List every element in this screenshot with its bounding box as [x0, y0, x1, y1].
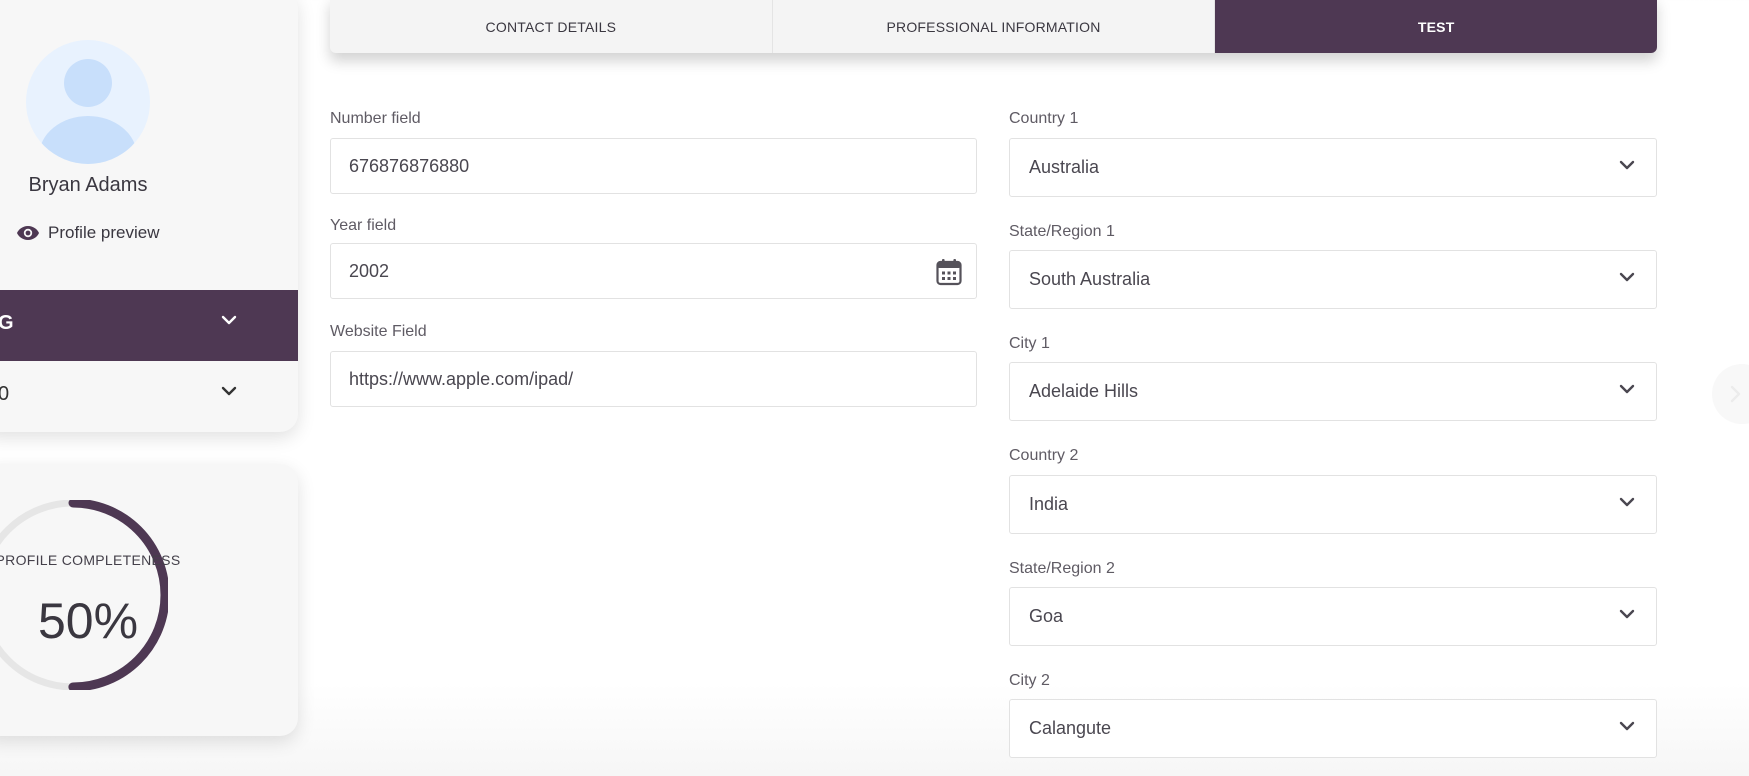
chevron-right-icon	[1730, 385, 1741, 403]
city1-label: City 1	[1009, 335, 1050, 352]
state2-select[interactable]: Goa	[1009, 587, 1657, 646]
country1-value: Australia	[1029, 157, 1100, 177]
city2-value: Calangute	[1029, 718, 1112, 738]
number-field-input[interactable]	[349, 155, 976, 177]
city2-select[interactable]: Calangute	[1009, 699, 1657, 758]
number-field[interactable]	[330, 138, 977, 194]
chevron-down-icon	[1619, 721, 1635, 731]
profile-completeness-card: PROFILE COMPLETENESS 50%	[0, 464, 298, 736]
tab-contact-details[interactable]: CONTACT DETAILS	[330, 0, 773, 53]
chevron-down-icon	[1619, 272, 1635, 282]
country2-label: Country 2	[1009, 447, 1079, 464]
chevron-down-icon	[1619, 160, 1635, 170]
state2-label: State/Region 2	[1009, 560, 1115, 577]
tab-professional-information[interactable]: PROFESSIONAL INFORMATION	[773, 0, 1216, 53]
accordion-item[interactable]: 0	[0, 361, 298, 432]
profile-name: Bryan Adams	[28, 174, 148, 196]
year-field-input[interactable]	[349, 260, 976, 282]
avatar-icon	[26, 40, 150, 164]
number-field-label: Number field	[330, 110, 421, 127]
website-field[interactable]	[330, 351, 977, 407]
chevron-down-icon	[1619, 497, 1635, 507]
city2-label: City 2	[1009, 672, 1050, 689]
country1-select[interactable]: Australia	[1009, 138, 1657, 197]
eye-icon	[17, 226, 39, 240]
state1-label: State/Region 1	[1009, 223, 1115, 240]
chevron-down-icon	[221, 386, 237, 396]
chevron-down-icon	[221, 315, 237, 325]
tab-test[interactable]: TEST	[1215, 0, 1657, 53]
state2-value: Goa	[1029, 606, 1064, 626]
profile-preview-label: Profile preview	[48, 223, 160, 242]
tab-bar: CONTACT DETAILS PROFESSIONAL INFORMATION…	[330, 0, 1657, 53]
calendar-icon[interactable]	[936, 258, 962, 286]
profile-preview-link[interactable]: Profile preview	[16, 223, 160, 243]
completeness-value: 50%	[37, 593, 139, 649]
city1-select[interactable]: Adelaide Hills	[1009, 362, 1657, 421]
completeness-title: PROFILE COMPLETENESS	[0, 552, 181, 568]
year-field-label: Year field	[330, 217, 397, 234]
year-field[interactable]	[330, 243, 977, 299]
accordion-item-label: 0	[0, 383, 10, 405]
next-arrow-button[interactable]	[1712, 364, 1749, 424]
accordion-item-active[interactable]: G	[0, 290, 298, 361]
website-field-input[interactable]	[349, 368, 976, 390]
state1-select[interactable]: South Australia	[1009, 250, 1657, 309]
city1-value: Adelaide Hills	[1029, 381, 1139, 401]
chevron-down-icon	[1619, 609, 1635, 619]
country2-value: India	[1029, 494, 1069, 514]
country2-select[interactable]: India	[1009, 475, 1657, 534]
state1-value: South Australia	[1029, 269, 1151, 289]
chevron-down-icon	[1619, 384, 1635, 394]
website-field-label: Website Field	[330, 323, 427, 340]
accordion-item-label: G	[0, 312, 14, 334]
country1-label: Country 1	[1009, 110, 1079, 127]
profile-card: Bryan Adams Profile preview G 0	[0, 0, 298, 432]
